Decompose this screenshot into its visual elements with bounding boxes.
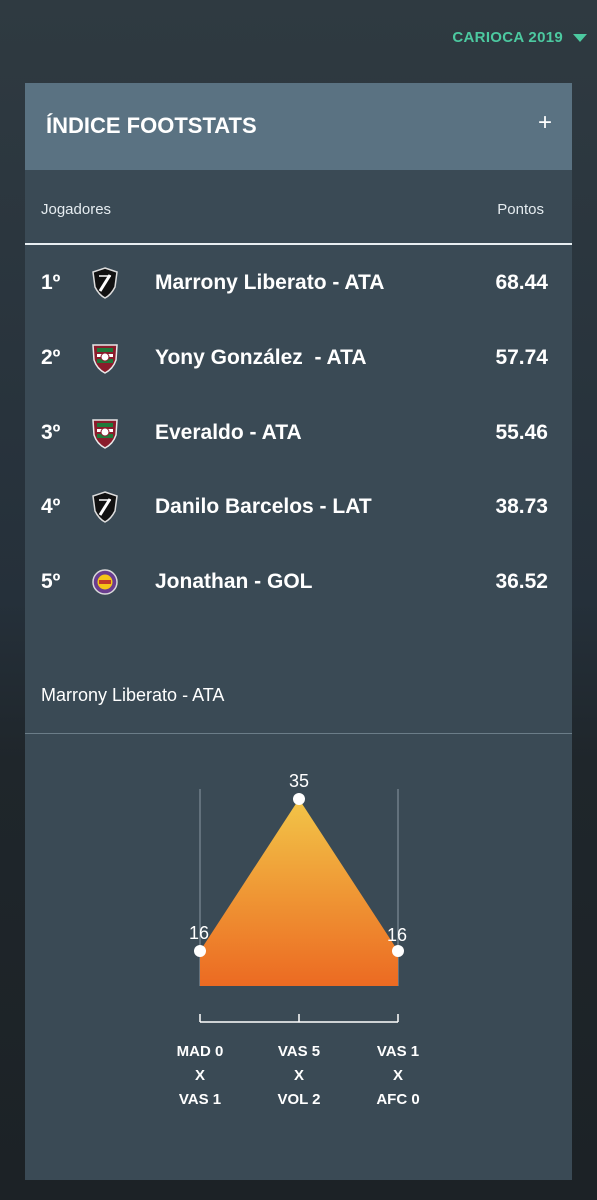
fluminense-crest-icon xyxy=(92,419,118,449)
tick-label: X xyxy=(195,1067,205,1084)
tick-label: VAS 1 xyxy=(377,1043,419,1060)
tick-label: VAS 1 xyxy=(179,1091,221,1108)
data-label: 35 xyxy=(289,771,309,791)
ranking-row[interactable]: 5º Jonathan - GOL 36.52 xyxy=(25,552,572,612)
player-name: Jonathan - GOL xyxy=(155,570,313,593)
header-divider xyxy=(25,243,572,245)
rank-label: 1º xyxy=(41,271,61,294)
player-points: 38.73 xyxy=(495,495,548,518)
footstats-index-card: ÍNDICE FOOTSTATS + Jogadores Pontos 1º M… xyxy=(25,83,572,1180)
rank-label: 2º xyxy=(41,346,61,369)
player-points: 68.44 xyxy=(495,271,548,294)
rank-label: 5º xyxy=(41,570,61,593)
tick-label: MAD 0 xyxy=(177,1043,224,1060)
ranking-row[interactable]: 1º Marrony Liberato - ATA 68.44 xyxy=(25,253,572,313)
tick-label: X xyxy=(393,1067,403,1084)
card-title: ÍNDICE FOOTSTATS xyxy=(46,113,257,138)
chevron-down-icon xyxy=(573,34,587,42)
tick-label: VOL 2 xyxy=(277,1091,320,1108)
ranking-row[interactable]: 4º Danilo Barcelos - LAT 38.73 xyxy=(25,477,572,537)
column-header-players: Jogadores xyxy=(41,201,112,218)
column-header-points: Pontos xyxy=(497,201,544,218)
player-points: 57.74 xyxy=(495,346,548,369)
rank-label: 3º xyxy=(41,421,61,444)
card-header: ÍNDICE FOOTSTATS + xyxy=(25,83,572,170)
fluminense-crest-icon xyxy=(92,344,118,374)
season-selector[interactable]: CARIOCA 2019 xyxy=(452,29,587,46)
top-bar: CARIOCA 2019 xyxy=(0,0,597,80)
player-name: Marrony Liberato - ATA xyxy=(155,271,385,294)
player-name: Yony González - ATA xyxy=(155,346,367,369)
tick-label: VAS 5 xyxy=(278,1043,320,1060)
player-points: 55.46 xyxy=(495,421,548,444)
tick-label: X xyxy=(294,1067,304,1084)
vasco-crest-icon xyxy=(92,491,118,523)
player-points: 36.52 xyxy=(495,570,548,593)
ranking-row[interactable]: 2º Yony González - ATA 57.74 xyxy=(25,328,572,388)
tick-label: AFC 0 xyxy=(376,1091,419,1108)
season-label: CARIOCA 2019 xyxy=(452,29,563,46)
player-name: Danilo Barcelos - LAT xyxy=(155,495,372,518)
data-point xyxy=(194,945,206,957)
data-label: 16 xyxy=(189,923,209,943)
vasco-crest-icon xyxy=(92,267,118,299)
madureira-crest-icon xyxy=(92,569,118,595)
plus-icon[interactable]: + xyxy=(538,111,552,135)
ranking-row[interactable]: 3º Everaldo - ATA 55.46 xyxy=(25,403,572,463)
rank-label: 4º xyxy=(41,495,61,518)
detail-player-title: Marrony Liberato - ATA xyxy=(41,685,225,705)
data-point xyxy=(392,945,404,957)
player-performance-chart: 16 35 16 MAD 0 X VAS 1 VAS 5 X VOL 2 VAS 1 X AFC 0 xyxy=(177,771,420,1108)
area-series xyxy=(200,799,398,986)
player-name: Everaldo - ATA xyxy=(155,421,302,444)
data-point xyxy=(293,793,305,805)
data-label: 16 xyxy=(387,925,407,945)
